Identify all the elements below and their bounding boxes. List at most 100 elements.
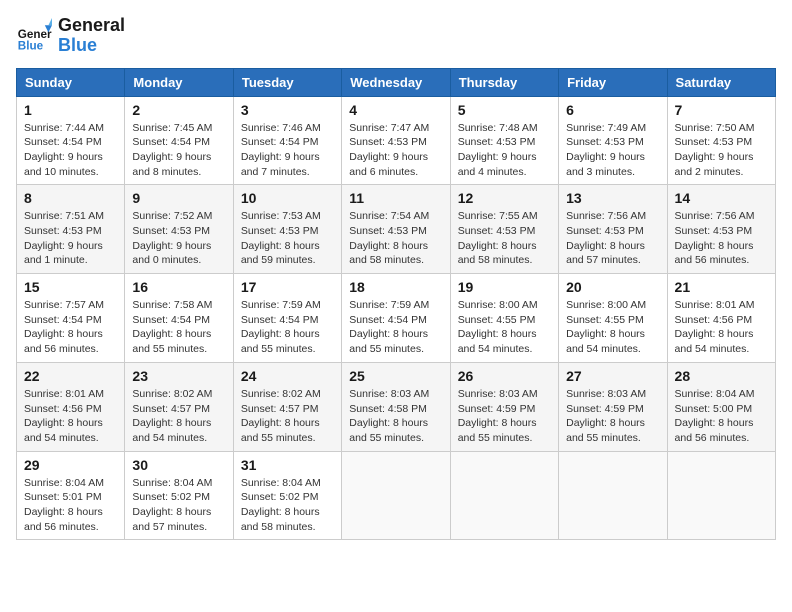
day-info: Sunrise: 8:00 AM Sunset: 4:55 PM Dayligh… <box>566 298 659 357</box>
day-info: Sunrise: 7:48 AM Sunset: 4:53 PM Dayligh… <box>458 121 551 180</box>
calendar-cell <box>667 451 775 540</box>
calendar-cell: 10 Sunrise: 7:53 AM Sunset: 4:53 PM Dayli… <box>233 185 341 274</box>
day-info: Sunrise: 8:03 AM Sunset: 4:59 PM Dayligh… <box>566 387 659 446</box>
day-info: Sunrise: 7:56 AM Sunset: 4:53 PM Dayligh… <box>566 209 659 268</box>
day-number: 11 <box>349 190 442 206</box>
calendar-week-row: 8 Sunrise: 7:51 AM Sunset: 4:53 PM Daylig… <box>17 185 776 274</box>
day-info: Sunrise: 7:53 AM Sunset: 4:53 PM Dayligh… <box>241 209 334 268</box>
day-number: 31 <box>241 457 334 473</box>
day-info: Sunrise: 8:02 AM Sunset: 4:57 PM Dayligh… <box>241 387 334 446</box>
day-number: 1 <box>24 102 117 118</box>
weekday-header: Monday <box>125 68 233 96</box>
day-number: 21 <box>675 279 768 295</box>
day-number: 23 <box>132 368 225 384</box>
calendar-cell: 25 Sunrise: 8:03 AM Sunset: 4:58 PM Dayli… <box>342 362 450 451</box>
day-number: 28 <box>675 368 768 384</box>
day-number: 10 <box>241 190 334 206</box>
logo-text: GeneralBlue <box>58 16 125 56</box>
day-number: 19 <box>458 279 551 295</box>
day-number: 29 <box>24 457 117 473</box>
calendar-cell: 20Sunrise: 8:00 AM Sunset: 4:55 PM Dayli… <box>559 274 667 363</box>
day-info: Sunrise: 7:46 AM Sunset: 4:54 PM Dayligh… <box>241 121 334 180</box>
weekday-header: Sunday <box>17 68 125 96</box>
calendar-cell: 28 Sunrise: 8:04 AM Sunset: 5:00 PM Dayli… <box>667 362 775 451</box>
calendar-cell: 18 Sunrise: 7:59 AM Sunset: 4:54 PM Dayli… <box>342 274 450 363</box>
calendar-cell: 24 Sunrise: 8:02 AM Sunset: 4:57 PM Dayli… <box>233 362 341 451</box>
day-info: Sunrise: 7:45 AM Sunset: 4:54 PM Dayligh… <box>132 121 225 180</box>
day-info: Sunrise: 8:04 AM Sunset: 5:00 PM Dayligh… <box>675 387 768 446</box>
calendar-cell: 16 Sunrise: 7:58 AM Sunset: 4:54 PM Dayli… <box>125 274 233 363</box>
calendar-cell <box>450 451 558 540</box>
day-number: 9 <box>132 190 225 206</box>
day-number: 6 <box>566 102 659 118</box>
day-number: 2 <box>132 102 225 118</box>
calendar-cell <box>342 451 450 540</box>
day-info: Sunrise: 7:58 AM Sunset: 4:54 PM Dayligh… <box>132 298 225 357</box>
day-number: 24 <box>241 368 334 384</box>
day-info: Sunrise: 7:59 AM Sunset: 4:54 PM Dayligh… <box>241 298 334 357</box>
calendar-cell: 17 Sunrise: 7:59 AM Sunset: 4:54 PM Dayli… <box>233 274 341 363</box>
calendar-cell: 3Sunrise: 7:46 AM Sunset: 4:54 PM Daylig… <box>233 96 341 185</box>
calendar-cell: 12 Sunrise: 7:55 AM Sunset: 4:53 PM Dayli… <box>450 185 558 274</box>
calendar-cell: 29 Sunrise: 8:04 AM Sunset: 5:01 PM Dayli… <box>17 451 125 540</box>
day-number: 16 <box>132 279 225 295</box>
day-info: Sunrise: 8:04 AM Sunset: 5:02 PM Dayligh… <box>132 476 225 535</box>
calendar-cell: 6 Sunrise: 7:49 AM Sunset: 4:53 PM Daylig… <box>559 96 667 185</box>
day-number: 17 <box>241 279 334 295</box>
calendar-week-row: 22Sunrise: 8:01 AM Sunset: 4:56 PM Dayli… <box>17 362 776 451</box>
day-info: Sunrise: 8:00 AM Sunset: 4:55 PM Dayligh… <box>458 298 551 357</box>
calendar-cell: 1 Sunrise: 7:44 AM Sunset: 4:54 PM Daylig… <box>17 96 125 185</box>
day-info: Sunrise: 7:52 AM Sunset: 4:53 PM Dayligh… <box>132 209 225 268</box>
day-info: Sunrise: 8:03 AM Sunset: 4:58 PM Dayligh… <box>349 387 442 446</box>
calendar-cell: 7Sunrise: 7:50 AM Sunset: 4:53 PM Daylig… <box>667 96 775 185</box>
calendar-cell <box>559 451 667 540</box>
calendar-header-row: SundayMondayTuesdayWednesdayThursdayFrid… <box>17 68 776 96</box>
calendar-cell: 5Sunrise: 7:48 AM Sunset: 4:53 PM Daylig… <box>450 96 558 185</box>
calendar-cell: 2 Sunrise: 7:45 AM Sunset: 4:54 PM Daylig… <box>125 96 233 185</box>
calendar-cell: 21 Sunrise: 8:01 AM Sunset: 4:56 PM Dayli… <box>667 274 775 363</box>
calendar-cell: 9 Sunrise: 7:52 AM Sunset: 4:53 PM Daylig… <box>125 185 233 274</box>
day-number: 30 <box>132 457 225 473</box>
weekday-header: Thursday <box>450 68 558 96</box>
day-number: 15 <box>24 279 117 295</box>
day-number: 13 <box>566 190 659 206</box>
calendar-cell: 15 Sunrise: 7:57 AM Sunset: 4:54 PM Dayli… <box>17 274 125 363</box>
day-info: Sunrise: 7:44 AM Sunset: 4:54 PM Dayligh… <box>24 121 117 180</box>
day-number: 25 <box>349 368 442 384</box>
day-info: Sunrise: 8:01 AM Sunset: 4:56 PM Dayligh… <box>675 298 768 357</box>
logo-icon: General Blue <box>16 18 52 54</box>
calendar-cell: 22Sunrise: 8:01 AM Sunset: 4:56 PM Dayli… <box>17 362 125 451</box>
day-number: 22 <box>24 368 117 384</box>
logo: General Blue GeneralBlue <box>16 16 125 56</box>
calendar-cell: 4Sunrise: 7:47 AM Sunset: 4:53 PM Daylig… <box>342 96 450 185</box>
weekday-header: Saturday <box>667 68 775 96</box>
calendar-cell: 8 Sunrise: 7:51 AM Sunset: 4:53 PM Daylig… <box>17 185 125 274</box>
day-number: 26 <box>458 368 551 384</box>
day-info: Sunrise: 8:04 AM Sunset: 5:01 PM Dayligh… <box>24 476 117 535</box>
page-header: General Blue GeneralBlue <box>16 16 776 56</box>
calendar-week-row: 1 Sunrise: 7:44 AM Sunset: 4:54 PM Daylig… <box>17 96 776 185</box>
day-number: 7 <box>675 102 768 118</box>
day-info: Sunrise: 7:49 AM Sunset: 4:53 PM Dayligh… <box>566 121 659 180</box>
weekday-header: Tuesday <box>233 68 341 96</box>
calendar-cell: 13 Sunrise: 7:56 AM Sunset: 4:53 PM Dayli… <box>559 185 667 274</box>
calendar-cell: 26Sunrise: 8:03 AM Sunset: 4:59 PM Dayli… <box>450 362 558 451</box>
weekday-header: Wednesday <box>342 68 450 96</box>
day-info: Sunrise: 7:56 AM Sunset: 4:53 PM Dayligh… <box>675 209 768 268</box>
svg-text:Blue: Blue <box>18 39 44 52</box>
weekday-header: Friday <box>559 68 667 96</box>
day-info: Sunrise: 7:51 AM Sunset: 4:53 PM Dayligh… <box>24 209 117 268</box>
day-info: Sunrise: 7:55 AM Sunset: 4:53 PM Dayligh… <box>458 209 551 268</box>
day-number: 14 <box>675 190 768 206</box>
calendar-cell: 14 Sunrise: 7:56 AM Sunset: 4:53 PM Dayli… <box>667 185 775 274</box>
day-info: Sunrise: 7:47 AM Sunset: 4:53 PM Dayligh… <box>349 121 442 180</box>
day-number: 12 <box>458 190 551 206</box>
day-info: Sunrise: 7:59 AM Sunset: 4:54 PM Dayligh… <box>349 298 442 357</box>
day-number: 8 <box>24 190 117 206</box>
day-number: 18 <box>349 279 442 295</box>
day-info: Sunrise: 7:57 AM Sunset: 4:54 PM Dayligh… <box>24 298 117 357</box>
day-info: Sunrise: 8:02 AM Sunset: 4:57 PM Dayligh… <box>132 387 225 446</box>
calendar-cell: 27Sunrise: 8:03 AM Sunset: 4:59 PM Dayli… <box>559 362 667 451</box>
calendar-table: SundayMondayTuesdayWednesdayThursdayFrid… <box>16 68 776 541</box>
calendar-cell: 31Sunrise: 8:04 AM Sunset: 5:02 PM Dayli… <box>233 451 341 540</box>
